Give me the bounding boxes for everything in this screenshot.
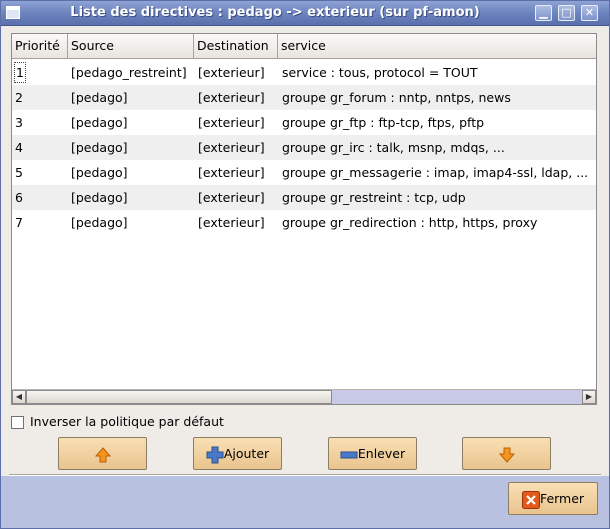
row-service: groupe gr_redirection : http, https, pro… — [282, 215, 538, 230]
row-priority: 2 — [15, 90, 23, 105]
row-priority: 7 — [15, 215, 23, 230]
row-priority: 1 — [14, 62, 26, 83]
dialog-window: Liste des directives : pedago -> exterie… — [0, 0, 610, 529]
table-row[interactable]: 5 [pedago] [exterieur] groupe gr_message… — [12, 160, 596, 185]
close-button[interactable]: Fermer — [508, 482, 598, 515]
row-source: [pedago] — [71, 165, 128, 180]
plus-icon — [206, 446, 224, 463]
invert-policy-label[interactable]: Inverser la politique par défaut — [30, 414, 224, 429]
table-row[interactable]: 3 [pedago] [exterieur] groupe gr_ftp : f… — [12, 110, 596, 135]
add-button[interactable]: Ajouter — [193, 437, 282, 470]
close-icon — [521, 490, 540, 509]
row-destination: [exterieur] — [198, 215, 265, 230]
column-header-priority[interactable]: Priorité — [12, 34, 68, 59]
scrollbar-thumb[interactable] — [26, 390, 332, 404]
scroll-left-icon[interactable]: ◀ — [12, 390, 26, 404]
close-button-label: Fermer — [539, 491, 585, 506]
row-priority: 5 — [15, 165, 23, 180]
row-destination: [exterieur] — [198, 90, 265, 105]
row-service: service : tous, protocol = TOUT — [282, 65, 478, 80]
remove-button-label: Enlever — [357, 446, 406, 461]
move-down-button[interactable] — [462, 437, 551, 470]
column-header-source[interactable]: Source — [68, 34, 194, 59]
scroll-right-icon[interactable]: ▶ — [582, 390, 596, 404]
minimize-button[interactable]: ▁ — [535, 5, 552, 21]
rules-table[interactable]: Priorité Source Destination service 1 [p… — [11, 33, 597, 405]
table-row[interactable]: 1 [pedago_restreint] [exterieur] service… — [12, 60, 596, 85]
column-header-service[interactable]: service — [278, 34, 596, 59]
row-destination: [exterieur] — [198, 165, 265, 180]
row-source: [pedago] — [71, 215, 128, 230]
row-service: groupe gr_forum : nntp, nntps, news — [282, 90, 511, 105]
footer-bar: Fermer — [1, 476, 609, 528]
row-service: groupe gr_ftp : ftp-tcp, ftps, pftp — [282, 115, 485, 130]
row-destination: [exterieur] — [198, 115, 265, 130]
move-up-button[interactable] — [58, 437, 147, 470]
row-service: groupe gr_irc : talk, msnp, mdqs, ... — [282, 140, 505, 155]
row-priority: 6 — [15, 190, 23, 205]
row-source: [pedago] — [71, 115, 128, 130]
row-destination: [exterieur] — [198, 190, 265, 205]
table-row[interactable]: 6 [pedago] [exterieur] groupe gr_restrei… — [12, 185, 596, 210]
table-row[interactable]: 4 [pedago] [exterieur] groupe gr_irc : t… — [12, 135, 596, 160]
arrow-up-icon — [94, 446, 111, 462]
window-menu-icon[interactable] — [6, 6, 20, 19]
row-destination: [exterieur] — [198, 65, 265, 80]
row-service: groupe gr_restreint : tcp, udp — [282, 190, 466, 205]
row-source: [pedago_restreint] — [71, 65, 187, 80]
row-destination: [exterieur] — [198, 140, 265, 155]
row-priority: 3 — [15, 115, 23, 130]
row-source: [pedago] — [71, 90, 128, 105]
invert-policy-checkbox[interactable] — [11, 416, 24, 429]
add-button-label: Ajouter — [223, 446, 270, 461]
horizontal-scrollbar[interactable]: ◀ ▶ — [12, 389, 596, 404]
column-header-destination[interactable]: Destination — [194, 34, 278, 59]
table-row[interactable]: 7 [pedago] [exterieur] groupe gr_redirec… — [12, 210, 596, 235]
row-priority: 4 — [15, 140, 23, 155]
row-source: [pedago] — [71, 190, 128, 205]
window-title: Liste des directives : pedago -> exterie… — [70, 5, 480, 20]
row-source: [pedago] — [71, 140, 128, 155]
arrow-down-icon — [498, 447, 515, 463]
minus-icon — [340, 451, 358, 458]
row-service: groupe gr_messagerie : imap, imap4-ssl, … — [282, 165, 589, 180]
remove-button[interactable]: Enlever — [328, 437, 417, 470]
maximize-button[interactable]: □ — [558, 5, 575, 21]
close-window-button[interactable]: ✕ — [581, 5, 598, 21]
title-bar[interactable]: Liste des directives : pedago -> exterie… — [1, 1, 609, 26]
table-row[interactable]: 2 [pedago] [exterieur] groupe gr_forum :… — [12, 85, 596, 110]
